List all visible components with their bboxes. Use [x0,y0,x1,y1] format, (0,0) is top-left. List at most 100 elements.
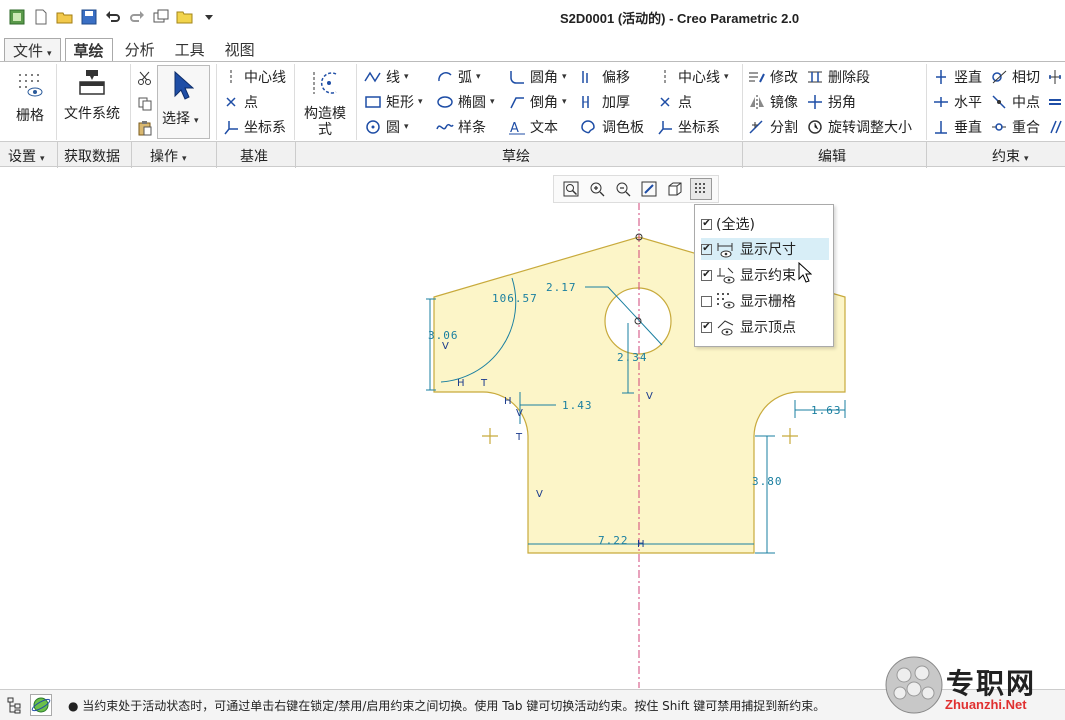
chevron-down-icon[interactable]: ▾ [476,72,481,82]
zoom-in-icon[interactable] [586,178,608,200]
model-tree-toggle-icon[interactable] [6,696,24,718]
corner-button[interactable]: 拐角 [806,92,856,112]
chevron-down-icon[interactable]: ▾ [404,72,409,82]
menu-item-show-dimensions[interactable]: ✔ 显示尺寸 [701,238,829,260]
horizontal-constraint-button[interactable]: 水平 [932,92,982,112]
tab-sketch[interactable]: 草绘 [64,38,113,62]
menu-item-show-grid[interactable]: 显示栅格 [701,290,829,312]
divide-button[interactable]: 分割 [748,117,798,137]
chevron-down-icon[interactable]: ▾ [418,97,423,107]
circle-button[interactable]: 圆 ▾ [364,117,409,137]
paste-button[interactable] [136,118,158,138]
zoom-out-icon[interactable] [612,178,634,200]
constraint-h[interactable]: H [637,539,645,550]
thicken-button[interactable]: 加厚 [580,92,630,112]
checkbox[interactable]: ✔ [701,243,712,255]
constraint-t[interactable]: T [480,378,488,389]
chevron-down-icon[interactable]: ▾ [724,72,729,82]
rotate-resize-button[interactable]: 旋转调整大小 [806,117,912,137]
tangent-constraint-button[interactable]: 相切 [990,67,1040,87]
dimension-2-17[interactable]: 2.17 [546,281,577,294]
save-icon[interactable] [80,8,98,26]
group-constrain[interactable]: 约束 ▾ [992,146,1029,166]
sketch-coord-button[interactable]: 坐标系 [656,117,720,137]
repaint-icon[interactable] [638,178,660,200]
checkbox[interactable]: ✔ [701,218,712,230]
fillet-button[interactable]: 圆角 ▾ [508,67,567,87]
browser-toggle-icon[interactable] [30,694,52,716]
dimension-1-43[interactable]: 1.43 [562,399,593,412]
vertical-constraint-button[interactable]: 竖直 [932,67,982,87]
display-style-icon[interactable] [664,178,686,200]
tab-tools[interactable]: 工具 [167,38,213,62]
dimension-1-63[interactable]: 1.63 [811,404,842,417]
graphics-canvas[interactable]: 106.57 2.17 3.06 2.34 1.43 1.63 3.80 7.2… [0,168,1065,688]
mirror-button[interactable]: 镜像 [748,92,798,112]
menu-item-select-all[interactable]: ✔ (全选) [701,213,829,235]
modify-button[interactable]: 修改 [748,67,798,87]
line-button[interactable]: 线 ▾ [364,67,409,87]
perpendicular-constraint-button[interactable]: 垂直 [932,117,982,137]
offset-button[interactable]: 偏移 [580,67,630,87]
equal-constraint-button[interactable] [1046,92,1065,112]
arc-button[interactable]: 弧 ▾ [436,67,481,87]
menu-item-show-vertices[interactable]: ✔ 显示顶点 [701,316,829,338]
ellipse-button[interactable]: 椭圆 ▾ [436,92,495,112]
chevron-down-icon[interactable]: ▾ [490,97,495,107]
open-icon[interactable] [56,8,74,26]
palette-button[interactable]: 调色板 [580,117,644,137]
tab-analysis[interactable]: 分析 [117,38,163,62]
file-system-button[interactable]: 文件系统 [64,68,120,122]
constraint-v[interactable]: V [516,408,523,419]
folder-icon[interactable] [176,8,194,26]
select-button[interactable]: 选择 ▾ [157,65,210,139]
coincident-constraint-button[interactable]: 重合 [990,117,1040,137]
dimension-7-22[interactable]: 7.22 [598,534,629,547]
rectangle-button[interactable]: 矩形 ▾ [364,92,423,112]
redo-icon[interactable] [128,8,146,26]
construction-mode-button[interactable]: 构造模式 [298,68,352,138]
undo-icon[interactable] [104,8,122,26]
datum-centerline-button[interactable]: 中心线 [222,67,286,87]
chevron-down-icon[interactable]: ▾ [562,97,567,107]
chevron-down-icon[interactable]: ▾ [404,122,409,132]
chevron-down-icon[interactable]: ▾ [562,72,567,82]
copy-button[interactable] [136,94,158,114]
dimension-2-34[interactable]: 2.34 [617,351,648,364]
customize-icon[interactable] [200,8,218,26]
tab-file[interactable]: 文件 ▾ [4,38,61,62]
midpoint-constraint-button[interactable]: 中点 [990,92,1040,112]
window-icon[interactable] [152,8,170,26]
constraint-t[interactable]: T [515,432,523,443]
sketch-centerline-button[interactable]: 中心线 ▾ [656,67,729,87]
group-settings[interactable]: 设置 ▾ [8,146,45,166]
checkbox[interactable]: ✔ [701,269,712,281]
datum-coord-button[interactable]: 坐标系 [222,117,286,137]
parallel-constraint-button[interactable] [1046,117,1065,137]
sketch-drawing[interactable]: 106.57 2.17 3.06 2.34 1.43 1.63 3.80 7.2… [0,168,1065,688]
constraint-v[interactable]: V [442,341,449,352]
cut-button[interactable] [136,68,158,88]
constraint-v[interactable]: V [536,489,543,500]
checkbox[interactable] [701,295,712,307]
new-icon[interactable] [32,8,50,26]
sketcher-display-icon[interactable] [690,178,712,200]
symmetric-constraint-button[interactable] [1046,67,1065,87]
delete-segment-button[interactable]: 删除段 [806,67,870,87]
checkbox[interactable]: ✔ [701,321,712,333]
spline-button[interactable]: 样条 [436,117,486,137]
group-operations[interactable]: 操作 ▾ [150,146,187,166]
text-button[interactable]: A 文本 [508,117,558,137]
datum-point-button[interactable]: 点 [222,92,258,112]
dimension-3-80[interactable]: 3.80 [752,475,783,488]
refit-icon[interactable] [560,178,582,200]
tab-view[interactable]: 视图 [217,38,263,62]
constraint-h[interactable]: H [457,378,465,389]
app-icon[interactable] [8,8,26,26]
constraint-v[interactable]: V [646,391,653,402]
sketch-point-button[interactable]: 点 [656,92,692,112]
dimension-106-57[interactable]: 106.57 [492,292,538,305]
chamfer-button[interactable]: 倒角 ▾ [508,92,567,112]
constraint-h[interactable]: H [504,396,512,407]
grid-button[interactable]: 栅格 [10,70,50,124]
